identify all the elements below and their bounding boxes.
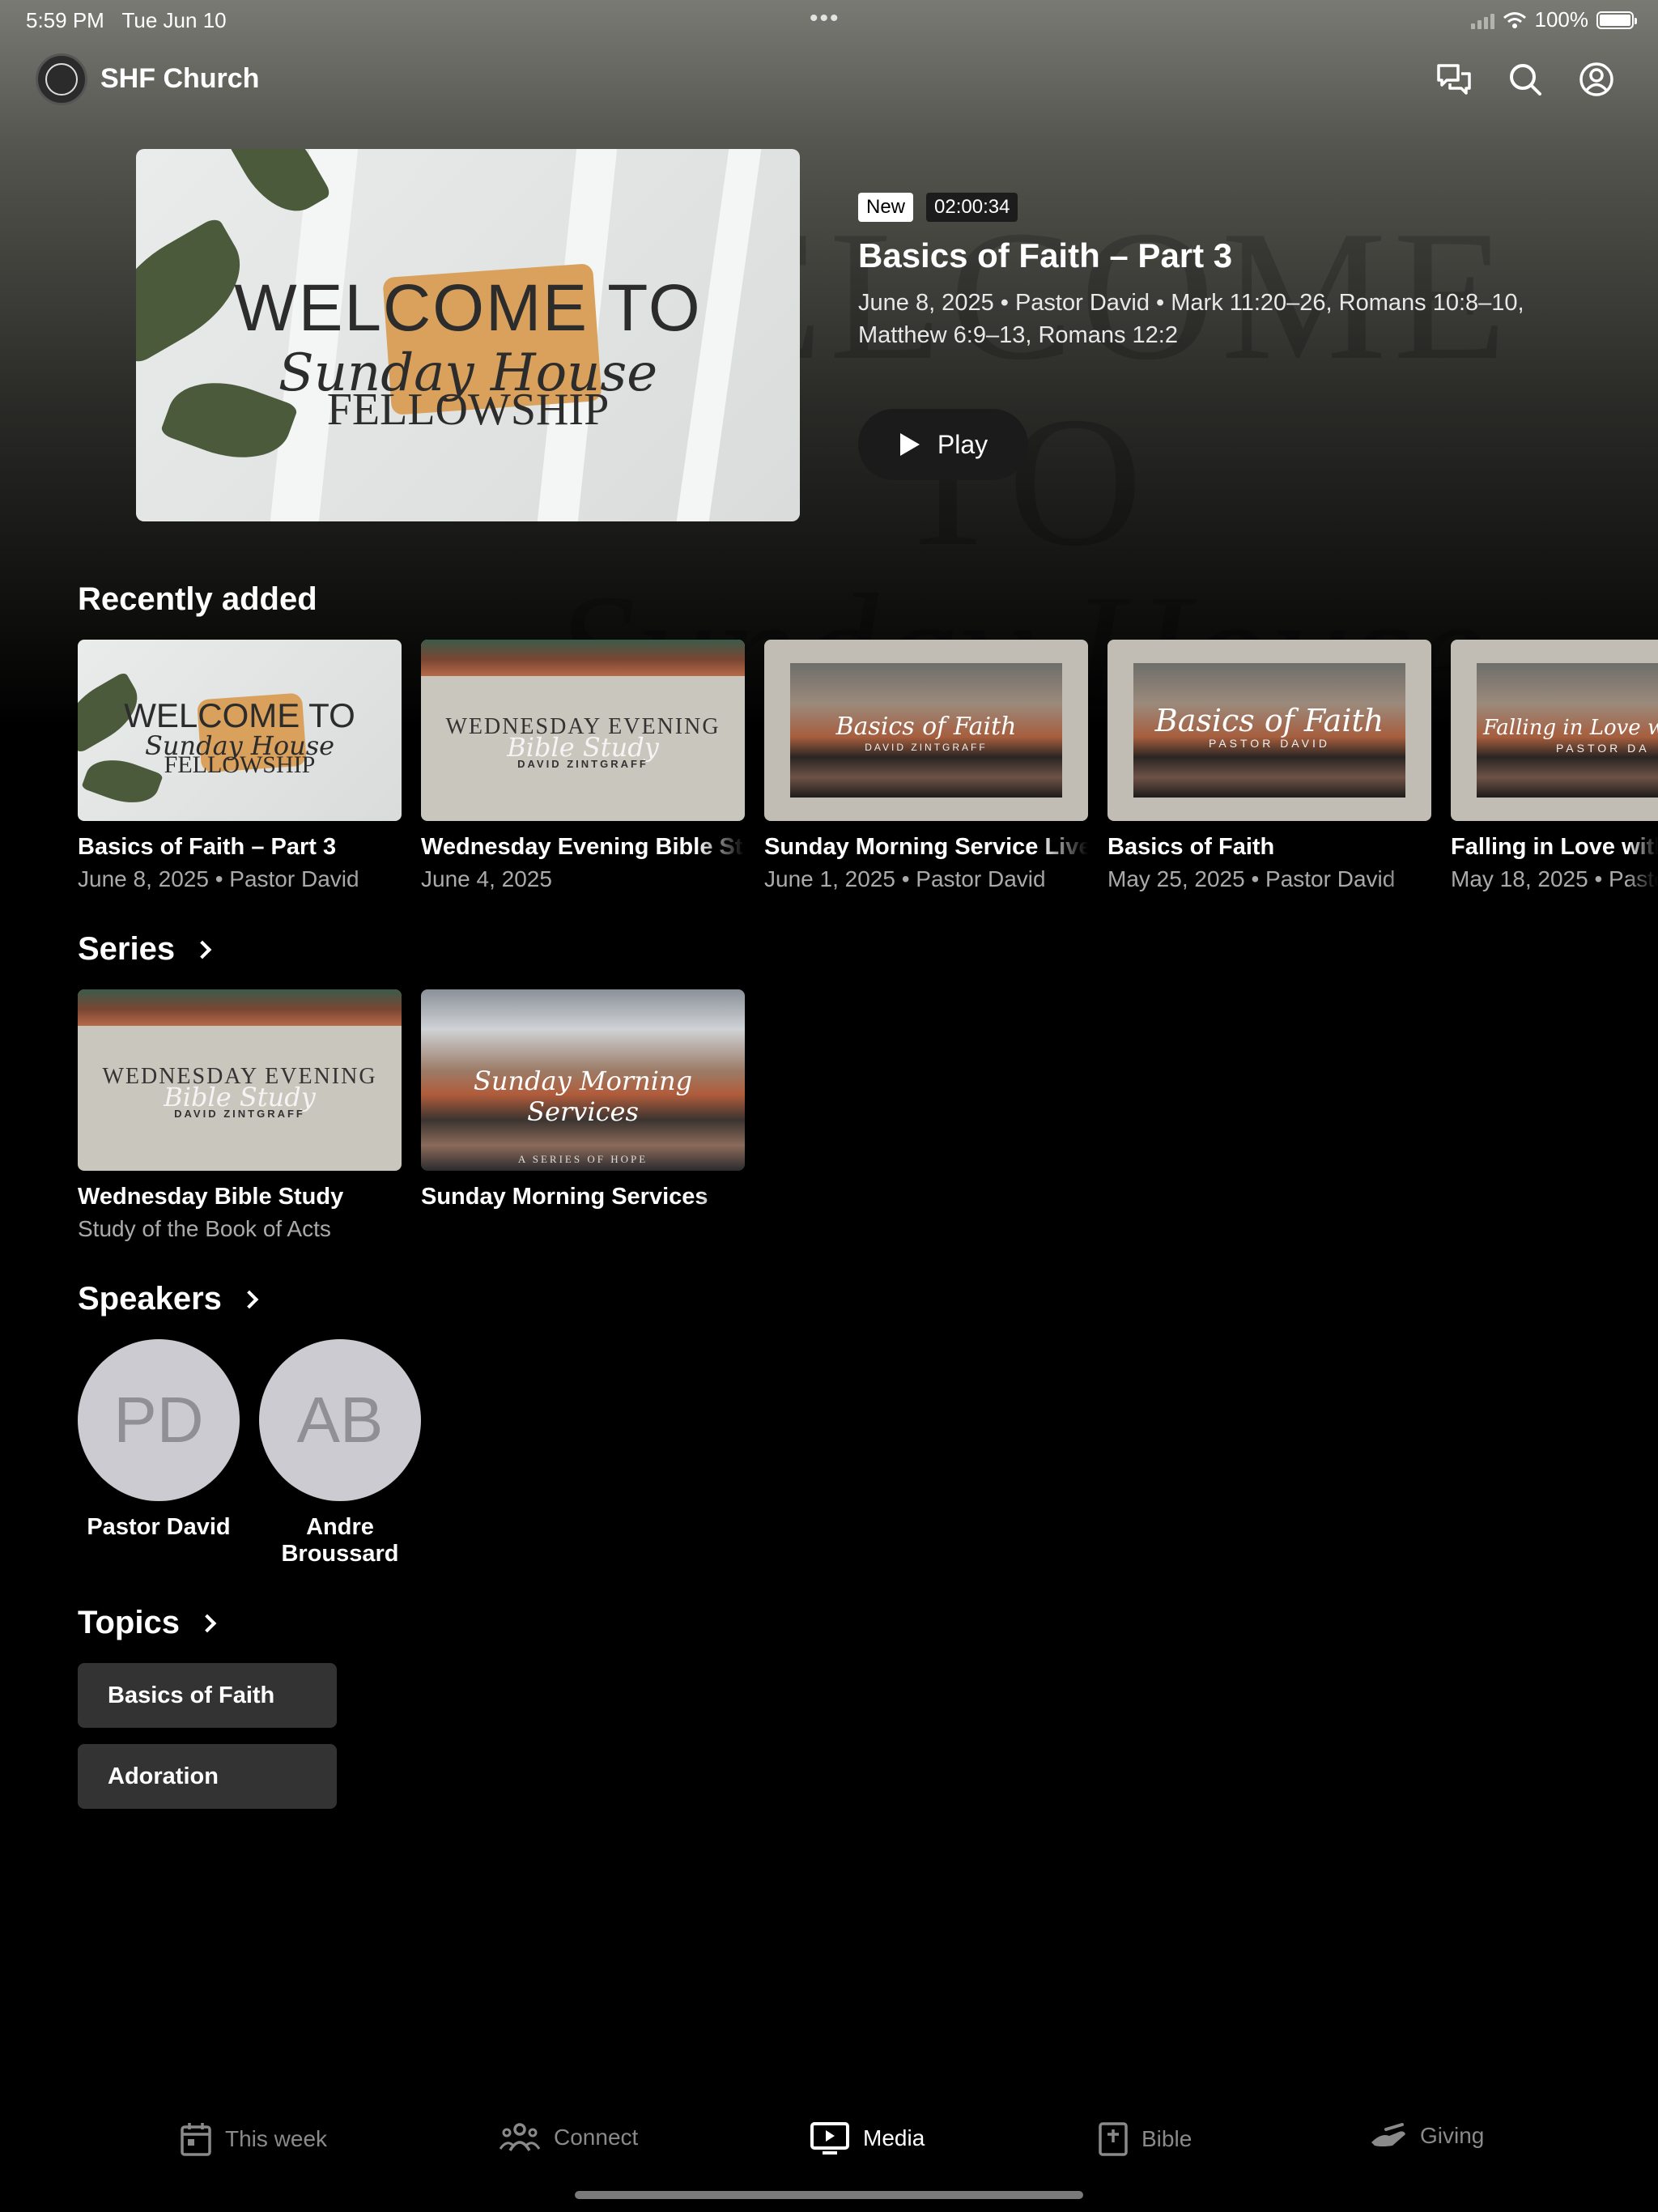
- home-indicator[interactable]: [575, 2191, 1083, 2199]
- search-icon[interactable]: [1501, 55, 1550, 104]
- series-card[interactable]: WEDNESDAY EVENING Bible Study DAVID ZINT…: [78, 989, 402, 1245]
- media-card[interactable]: WELCOME TO Sunday House FELLOWSHIP Basic…: [78, 640, 402, 895]
- multitasking-dots[interactable]: •••: [810, 5, 840, 32]
- series-title: Wednesday Bible Study: [78, 1184, 344, 1210]
- section-speakers[interactable]: Speakers: [78, 1281, 259, 1317]
- media-thumbnail: WEDNESDAY EVENING Bible Study DAVID ZINT…: [421, 640, 745, 821]
- speaker-name: Andre Broussard: [281, 1514, 399, 1567]
- series-thumbnail: Sunday Morning Services A SERIES OF HOPE: [421, 989, 745, 1171]
- series-title: Sunday Morning Services: [421, 1184, 708, 1210]
- tab-connect[interactable]: Connect: [499, 2121, 638, 2154]
- chevron-right-icon: [240, 1290, 259, 1308]
- calendar-icon: [181, 2123, 211, 2156]
- media-subtitle: June 4, 2025: [421, 866, 552, 891]
- hero-art-line3: FELLOWSHIP: [326, 385, 610, 435]
- bible-icon: [1099, 2122, 1128, 2156]
- tab-giving[interactable]: Giving: [1370, 2121, 1484, 2150]
- section-series[interactable]: Series: [78, 931, 212, 968]
- series-card[interactable]: Sunday Morning Services A SERIES OF HOPE…: [421, 989, 745, 1213]
- tv-icon: [810, 2122, 849, 2155]
- chevron-right-icon: [193, 940, 212, 959]
- media-title: Sunday Morning Service Live: [764, 834, 1088, 860]
- media-thumbnail: Basics of Faith DAVID ZINTGRAFF: [764, 640, 1088, 821]
- app-header: SHF Church: [0, 49, 1658, 110]
- account-icon[interactable]: [1572, 55, 1621, 104]
- media-thumbnail: Basics of Faith PASTOR DAVID: [1107, 640, 1431, 821]
- series-thumbnail: WEDNESDAY EVENING Bible Study DAVID ZINT…: [78, 989, 402, 1171]
- tab-bar: This week Connect Media Bible Giving: [0, 2121, 1658, 2178]
- hero-title: Basics of Faith – Part 3: [858, 236, 1233, 274]
- status-indicators: 100%: [1470, 7, 1637, 32]
- media-subtitle: May 18, 2025 • Pastor David: [1451, 866, 1658, 891]
- media-title: Basics of Faith – Part 3: [78, 834, 337, 860]
- hero-meta: June 8, 2025 • Pastor David • Mark 11:20…: [858, 290, 1524, 348]
- people-icon: [499, 2123, 541, 2151]
- avatar: PD: [78, 1339, 240, 1501]
- hero-art-line1: WELCOME TO: [234, 271, 702, 345]
- app-title: SHF Church: [100, 63, 260, 94]
- battery-percent: 100%: [1534, 7, 1589, 32]
- media-thumbnail: WELCOME TO Sunday House FELLOWSHIP: [78, 640, 402, 821]
- media-card[interactable]: Basics of Faith DAVID ZINTGRAFF Sunday M…: [764, 640, 1088, 895]
- status-time: 5:59 PM Tue Jun 10: [26, 8, 227, 32]
- media-card[interactable]: Basics of Faith PASTOR DAVID Basics of F…: [1107, 640, 1431, 895]
- speaker-item[interactable]: PD Pastor David: [78, 1339, 240, 1541]
- topic-chip[interactable]: Basics of Faith: [78, 1663, 337, 1728]
- section-topics[interactable]: Topics: [78, 1605, 217, 1641]
- tab-this-week[interactable]: This week: [180, 2121, 327, 2157]
- duration-badge: 02:00:34: [926, 193, 1018, 222]
- tab-bible[interactable]: Bible: [1098, 2121, 1192, 2157]
- play-icon: [899, 433, 920, 456]
- media-subtitle: June 1, 2025 • Pastor David: [764, 866, 1046, 891]
- hero-badges: New 02:00:34: [858, 193, 1018, 222]
- play-button[interactable]: Play: [858, 409, 1028, 480]
- media-title: Basics of Faith: [1107, 834, 1275, 860]
- speaker-item[interactable]: AB Andre Broussard: [259, 1339, 421, 1568]
- media-title: Wednesday Evening Bible Study: [421, 834, 745, 860]
- play-label: Play: [937, 429, 988, 459]
- media-subtitle: June 8, 2025 • Pastor David: [78, 866, 359, 891]
- media-title: Falling in Love with: [1451, 834, 1658, 860]
- series-subtitle: Study of the Book of Acts: [78, 1216, 331, 1241]
- topic-chip[interactable]: Adoration: [78, 1744, 337, 1809]
- cellular-signal-icon: [1470, 11, 1494, 29]
- avatar: AB: [259, 1339, 421, 1501]
- battery-icon: [1596, 11, 1637, 29]
- speaker-name: Pastor David: [87, 1514, 231, 1540]
- church-logo[interactable]: [36, 53, 87, 105]
- media-subtitle: May 25, 2025 • Pastor David: [1107, 866, 1396, 891]
- section-recently-added: Recently added: [78, 581, 317, 617]
- giving-hand-icon: [1371, 2123, 1405, 2146]
- media-card[interactable]: Falling in Love w PASTOR DA Falling in L…: [1451, 640, 1658, 895]
- wifi-icon: [1503, 11, 1526, 28]
- new-badge: New: [858, 193, 914, 222]
- tab-media[interactable]: Media: [810, 2121, 925, 2155]
- media-card[interactable]: WEDNESDAY EVENING Bible Study DAVID ZINT…: [421, 640, 745, 895]
- messages-icon[interactable]: [1430, 55, 1478, 104]
- status-bar: 5:59 PM Tue Jun 10 ••• 100%: [0, 0, 1658, 39]
- media-thumbnail: Falling in Love w PASTOR DA: [1451, 640, 1658, 821]
- chevron-right-icon: [198, 1614, 217, 1632]
- hero-thumbnail[interactable]: WELCOME TO Sunday House FELLOWSHIP: [136, 149, 800, 521]
